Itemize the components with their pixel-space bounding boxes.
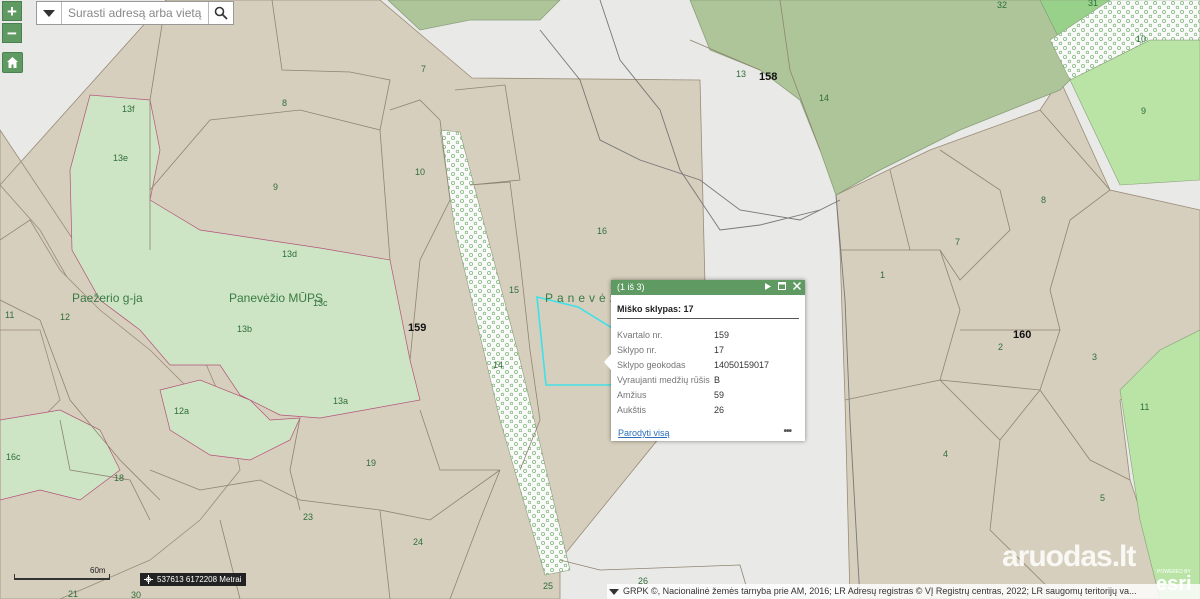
chevron-down-icon: [43, 9, 55, 17]
chevron-down-icon: [609, 588, 619, 595]
plot-label: 13b: [237, 324, 252, 334]
search-source-dropdown[interactable]: [37, 2, 62, 24]
plot-label: 11: [5, 310, 14, 320]
plot-label: 3: [1092, 352, 1097, 362]
attribute-value: 14050159017: [714, 359, 770, 370]
attribute-table: Kvartalo nr. 159 Sklypo nr. 17 Sklypo geok…: [617, 327, 769, 417]
popup-counter: (1 iš 3): [617, 282, 645, 292]
plot-label: 7: [421, 64, 426, 74]
feature-popup: (1 iš 3) Miško sklypas: 17 Kvartalo nr. 1…: [604, 280, 805, 441]
more-options-button[interactable]: •••: [783, 426, 791, 437]
attribution-bar[interactable]: GRPK ©, Nacionalinė žemės tarnyba prie A…: [607, 584, 1200, 599]
scale-bar: 60m: [14, 566, 110, 581]
search-icon: [214, 6, 228, 20]
plot-label: 21: [68, 589, 78, 599]
street-label: Paežerio g-ja: [72, 291, 143, 305]
plot-label: 12a: [174, 406, 189, 416]
attribute-key: Sklypo geokodas: [617, 359, 686, 370]
attribute-value: 17: [714, 344, 725, 355]
plot-label: 13a: [333, 396, 348, 406]
search-input[interactable]: [62, 3, 208, 23]
plot-label: 13e: [113, 153, 128, 163]
quarter-label-160: 160: [1013, 329, 1031, 341]
quarter-label-159: 159: [408, 322, 426, 334]
plot-label: 16c: [6, 452, 21, 462]
plot-label: 32: [997, 0, 1007, 10]
plot-label: 10: [1136, 34, 1146, 44]
search-box: [36, 1, 234, 25]
esri-logo: esri: [1156, 573, 1192, 595]
next-feature-icon[interactable]: [765, 280, 771, 295]
coordinates-readout[interactable]: 537613 6172208 Metrai: [140, 573, 246, 586]
town-label: Panevėž: [545, 291, 620, 305]
crosshair-icon: [144, 575, 153, 584]
plot-label: 4: [943, 449, 948, 459]
show-all-link[interactable]: Parodyti visą: [618, 428, 670, 438]
plot-label: 19: [366, 458, 376, 468]
plot-label: 23: [303, 512, 313, 522]
home-icon: [7, 57, 18, 68]
plot-label: 12: [60, 312, 70, 322]
plot-label: 7: [955, 237, 960, 247]
scale-label: 60m: [90, 566, 106, 575]
plot-label: 13f: [122, 104, 135, 114]
plot-label: 25: [543, 581, 553, 591]
plot-label: 8: [282, 98, 287, 108]
plot-label: 13d: [282, 249, 297, 259]
coordinates-text: 537613 6172208 Metrai: [157, 575, 242, 584]
plot-label: 18: [114, 473, 124, 483]
plot-label: 15: [509, 285, 519, 295]
attribute-row: Aukštis 26: [617, 402, 769, 417]
plot-label: 13: [736, 69, 746, 79]
attribute-row: Sklypo nr. 17: [617, 342, 769, 357]
plot-label: 9: [1141, 106, 1146, 116]
attribute-row: Vyraujanti medžių rūšis B: [617, 372, 769, 387]
attribute-key: Aukštis: [617, 404, 647, 415]
zoom-out-button[interactable]: −: [2, 23, 22, 43]
plot-label: 30: [131, 590, 141, 599]
forest-map[interactable]: 158 159 160 32 31 10 7 8 13f 13e 9 10 16…: [0, 0, 1200, 599]
plot-label: 10: [415, 167, 425, 177]
plot-label: 16: [597, 226, 607, 236]
close-icon[interactable]: [792, 280, 802, 295]
plot-label: 9: [273, 182, 278, 192]
attribute-value: 159: [714, 329, 730, 340]
plot-label: 31: [1088, 0, 1098, 8]
home-button[interactable]: [2, 52, 23, 73]
attribute-key: Amžius: [617, 389, 647, 400]
attribute-key: Kvartalo nr.: [617, 329, 663, 340]
popup-pointer: [604, 354, 611, 370]
attribute-key: Vyraujanti medžių rūšis: [617, 374, 710, 385]
plot-label: 8: [1041, 195, 1046, 205]
plot-label: 14: [493, 360, 503, 370]
plot-label: 5: [1100, 493, 1105, 503]
attribute-key: Sklypo nr.: [617, 344, 657, 355]
attribute-row: Kvartalo nr. 159: [617, 327, 769, 342]
plot-label: 1: [880, 270, 885, 280]
popup-title: Miško sklypas: 17: [617, 304, 799, 319]
school-label: Panevėžio MŪPS: [229, 291, 323, 305]
plot-label: 24: [413, 537, 423, 547]
attribute-row: Amžius 59: [617, 387, 769, 402]
attribute-value: B: [714, 374, 721, 385]
quarter-label-158: 158: [759, 71, 777, 83]
attribute-row: Sklypo geokodas 14050159017: [617, 357, 769, 372]
maximize-icon[interactable]: [778, 280, 786, 295]
zoom-in-button[interactable]: +: [2, 1, 22, 21]
plot-label: 2: [998, 342, 1003, 352]
aruodas-watermark: aruodas.lt: [1002, 540, 1136, 573]
search-button[interactable]: [208, 2, 233, 24]
popup-header: (1 iš 3): [611, 280, 805, 295]
attribution-text: GRPK ©, Nacionalinė žemės tarnyba prie A…: [623, 586, 1137, 596]
plot-label: 11: [1140, 402, 1149, 412]
plot-label: 14: [819, 93, 829, 103]
attribute-value: 26: [714, 404, 725, 415]
attribute-value: 59: [714, 389, 725, 400]
